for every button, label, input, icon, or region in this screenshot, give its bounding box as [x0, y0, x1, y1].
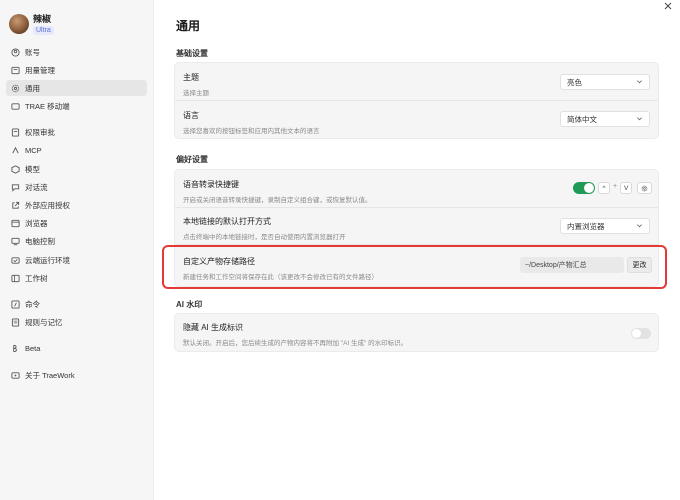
mobile-icon	[10, 101, 21, 112]
sidebar-item-label: MCP	[25, 146, 42, 156]
computer-icon	[10, 236, 21, 247]
main-panel: 通用 基础设置 主题 选择主题 亮色 语言 选择您喜欢的按钮标签和应用内其他文本…	[154, 0, 680, 500]
gear-icon	[641, 185, 648, 191]
language-row: 语言 选择您喜欢的按钮标签和应用内其他文本的语言 简体中文	[175, 101, 658, 139]
hide-ai-label-desc: 默认关闭。开启后，您后续生成的产物内容将不再附加 "AI 生成" 的水印标识。	[183, 340, 408, 347]
output-path-row: 自定义产物存储路径 新建任务和工作空间将保存在此（该更改不会修改已有的文件路径）…	[175, 245, 658, 286]
sidebar-item-rules[interactable]: 规则与记忆	[6, 315, 147, 331]
sidebar-item-computer[interactable]: 电脑控制	[6, 234, 147, 250]
shortcut-key-ctrl[interactable]: ^	[598, 182, 610, 194]
sidebar-item-permission[interactable]: 权限审批	[6, 125, 147, 141]
model-icon	[10, 164, 21, 175]
sidebar-item-label: TRAE 移动端	[25, 102, 70, 112]
sidebar-item-label: 模型	[25, 164, 40, 174]
sidebar-item-mcp[interactable]: MCP	[6, 143, 147, 159]
sidebar-item-command[interactable]: 命令	[6, 296, 147, 312]
profile-name: 辣椒	[33, 13, 52, 24]
basic-settings-card: 主题 选择主题 亮色 语言 选择您喜欢的按钮标签和应用内其他文本的语言 简体中文	[174, 62, 659, 139]
change-path-button[interactable]: 更改	[627, 257, 652, 273]
chat-flow-icon	[10, 182, 21, 193]
sidebar-item-label: 浏览器	[25, 219, 48, 229]
sidebar-item-label: 云端运行环境	[25, 255, 70, 265]
sidebar-item-label: 规则与记忆	[25, 318, 63, 328]
hide-ai-label-toggle[interactable]	[631, 328, 651, 339]
section-title-preferences: 偏好设置	[176, 155, 208, 164]
sidebar-item-usage[interactable]: 用量管理	[6, 62, 147, 78]
sidebar-item-worktree[interactable]: 工作树	[6, 270, 147, 286]
voice-shortcut-toggle[interactable]	[573, 182, 595, 194]
browser-icon	[10, 218, 21, 229]
cloud-icon	[10, 255, 21, 266]
worktree-icon	[10, 273, 21, 284]
sidebar-item-label: 用量管理	[25, 65, 55, 75]
sidebar-item-label: 对话流	[25, 182, 48, 192]
sidebar-item-model[interactable]: 模型	[6, 161, 147, 177]
sidebar-item-external-app[interactable]: 外部应用授权	[6, 198, 147, 214]
section-title-watermark: AI 水印	[176, 300, 203, 309]
divider	[6, 333, 147, 341]
reset-shortcut-button[interactable]	[637, 182, 652, 194]
sidebar-item-account[interactable]: 账号	[6, 44, 147, 60]
chevron-down-icon	[636, 222, 643, 231]
sidebar-item-label: 权限审批	[25, 128, 55, 138]
shortcut-key-v[interactable]: V	[620, 182, 633, 194]
voice-shortcut-row: 语音转录快捷键 开启或关闭语音转录快捷键，录制自定义组合键，或恢复默认值。 ^ …	[175, 170, 658, 208]
sidebar-item-label: 工作树	[25, 273, 48, 283]
hide-ai-label-title: 隐藏 AI 生成标识	[183, 323, 244, 332]
beta-icon	[10, 343, 21, 354]
theme-row: 主题 选择主题 亮色	[175, 63, 658, 101]
language-select[interactable]: 简体中文	[560, 111, 650, 127]
usage-icon	[10, 65, 21, 76]
sidebar-item-general[interactable]: 通用	[6, 80, 147, 97]
shortcut-plus: +	[613, 183, 618, 190]
sidebar-item-chat-flow[interactable]: 对话流	[6, 179, 147, 195]
sidebar-item-label: 关于 TraeWork	[25, 370, 75, 380]
sidebar-item-label: 外部应用授权	[25, 201, 70, 210]
command-icon	[10, 299, 21, 310]
sidebar-item-cloud[interactable]: 云端运行环境	[6, 252, 147, 268]
theme-select-value: 亮色	[567, 77, 582, 87]
sidebar: 辣椒 Ultra 账号 用量管理 通用 TRAE 移动端 权限审批 MCP 模型…	[0, 0, 154, 500]
divider	[6, 359, 147, 367]
chevron-down-icon	[636, 115, 643, 124]
account-icon	[10, 47, 21, 58]
sidebar-item-mobile[interactable]: TRAE 移动端	[6, 99, 147, 115]
preferences-card: 语音转录快捷键 开启或关闭语音转录快捷键，录制自定义组合键，或恢复默认值。 ^ …	[174, 169, 659, 287]
sidebar-item-label: 电脑控制	[25, 237, 55, 247]
section-title-basic: 基础设置	[176, 49, 208, 58]
sidebar-item-beta[interactable]: Beta	[6, 341, 147, 357]
mcp-icon	[10, 145, 21, 156]
link-open-select[interactable]: 内置浏览器	[560, 218, 650, 234]
avatar	[9, 14, 29, 34]
sidebar-nav: 账号 用量管理 通用 TRAE 移动端 权限审批 MCP 模型 对话流 外部应用…	[0, 44, 153, 383]
sidebar-item-label: Beta	[25, 344, 41, 354]
sidebar-item-label: 账号	[25, 47, 40, 57]
about-icon	[10, 370, 21, 381]
plan-badge: Ultra	[33, 25, 54, 35]
external-app-icon	[10, 200, 21, 211]
settings-icon	[10, 83, 21, 94]
language-select-value: 简体中文	[567, 114, 597, 124]
link-open-row: 本地链接的默认打开方式 点击终端中的本地链接时，是否自动使用内置浏览器打开 内置…	[175, 208, 658, 245]
watermark-card: 隐藏 AI 生成标识 默认关闭。开启后，您后续生成的产物内容将不再附加 "AI …	[174, 313, 659, 352]
page-title: 通用	[176, 19, 201, 33]
sidebar-item-label: 通用	[25, 83, 40, 93]
rules-icon	[10, 317, 21, 328]
output-path-field[interactable]: ~/Desktop/产物汇总	[520, 257, 624, 273]
sidebar-item-about[interactable]: 关于 TraeWork	[6, 367, 147, 383]
sidebar-item-label: 命令	[25, 299, 40, 309]
sidebar-item-browser[interactable]: 浏览器	[6, 216, 147, 232]
voice-shortcut-desc: 开启或关闭语音转录快捷键，录制自定义组合键，或恢复默认值。	[183, 197, 372, 204]
permission-icon	[10, 127, 21, 138]
chevron-down-icon	[636, 78, 643, 87]
divider	[6, 117, 147, 125]
divider	[6, 288, 147, 296]
link-open-select-value: 内置浏览器	[567, 221, 605, 231]
theme-select[interactable]: 亮色	[560, 74, 650, 90]
hide-ai-label-row: 隐藏 AI 生成标识 默认关闭。开启后，您后续生成的产物内容将不再附加 "AI …	[175, 314, 658, 351]
profile[interactable]: 辣椒 Ultra	[0, 0, 153, 44]
